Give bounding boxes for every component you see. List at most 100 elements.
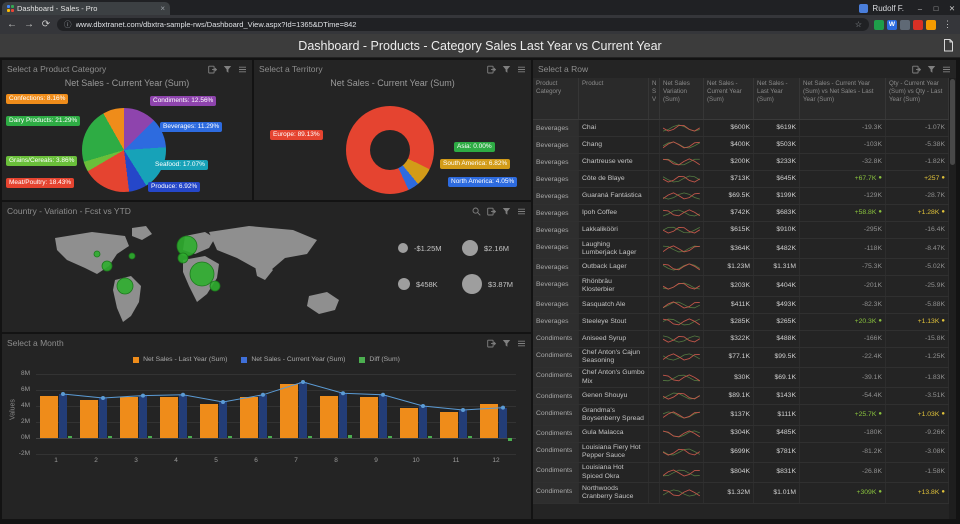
cell-blank [649, 405, 660, 425]
table-row[interactable]: Beverages Lakkalikööri $615K $910K -295K -16.… [533, 222, 949, 239]
legend-bubble-icon [462, 240, 478, 256]
table-row[interactable]: Condiments Northwoods Cranberry Sauce $1.3… [533, 483, 949, 504]
table-row[interactable]: Beverages Outback Lager $1.23M $1.31M -75.3K… [533, 259, 949, 277]
reload-icon[interactable]: ⟳ [40, 19, 52, 30]
close-button[interactable]: ✕ [944, 4, 960, 13]
cell-category: Condiments [533, 330, 579, 347]
profile-avatar[interactable] [859, 4, 869, 13]
table-row[interactable]: Beverages Ipoh Coffee $742K $683K +58.8K ● +1.… [533, 205, 949, 222]
menu-icon[interactable] [517, 207, 526, 216]
export-icon[interactable] [487, 339, 497, 348]
table-row[interactable]: Condiments Chef Anton's Gumbo Mix $30K $69.… [533, 367, 949, 389]
export-icon[interactable] [208, 65, 218, 74]
legend-label: $3.87M [488, 279, 514, 289]
map-bubble[interactable] [116, 277, 134, 295]
extension-slate-icon[interactable] [900, 19, 910, 30]
y-tick-label: 0M [20, 434, 30, 441]
extension-green-icon[interactable] [874, 19, 884, 30]
table-row[interactable]: Beverages Chang $400K $503K -103K -5.38K [533, 137, 949, 154]
column-header[interactable]: Product [579, 78, 649, 119]
column-header[interactable]: Net Sales - Last Year (Sum) [754, 78, 800, 119]
table-row[interactable]: Beverages Steeleye Stout $285K $265K +20.3K ●… [533, 313, 949, 331]
column-header[interactable]: Product Category [533, 78, 579, 119]
table-row[interactable]: Beverages Guaraná Fantástica $69.5K $199K -1… [533, 188, 949, 205]
zoom-icon[interactable] [472, 207, 481, 216]
cell-product: Laughing Lumberjack Lager [579, 239, 649, 259]
column-header[interactable]: Net Sales - Current Year (Sum) vs Net Sa… [800, 78, 886, 119]
table-row[interactable]: Condiments Chef Anton's Cajun Seasoning $7… [533, 347, 949, 368]
table-row[interactable]: Condiments Genen Shouyu $89.1K $143K -54.4K -… [533, 388, 949, 406]
cell-current-year: $285K [704, 313, 754, 330]
address-bar[interactable]: ⓘ www.dbxtranet.com/dbxtra-sample-rws/Da… [57, 18, 869, 31]
slice-label: Condiments: 12.56% [150, 96, 217, 107]
table-row[interactable]: Beverages Côte de Blaye $713K $645K +67.7K ● +… [533, 171, 949, 188]
table-row[interactable]: Condiments Grandma's Boysenberry Spread $1… [533, 405, 949, 426]
browser-menu-icon[interactable]: ⋮ [943, 19, 952, 30]
export-icon[interactable] [487, 207, 497, 216]
chart-legend: Net Sales - Last Year (Sum) Net Sales - C… [2, 356, 531, 363]
map-bubble[interactable] [101, 260, 113, 272]
cell-last-year: $404K [754, 276, 800, 296]
bookmark-star-icon[interactable]: ☆ [855, 20, 862, 29]
map-bubble[interactable] [93, 250, 101, 258]
table-row[interactable]: Beverages Chai $600K $619K -19.3K -1.07K [533, 120, 949, 137]
column-header[interactable]: Net Sales - Current Year (Sum) [704, 78, 754, 119]
table-row[interactable]: Beverages Sasquatch Ale $411K $493K -82.3K -5… [533, 296, 949, 314]
cell-sparkline [660, 222, 704, 238]
browser-tab[interactable]: Dashboard - Sales - Pro × [2, 2, 170, 15]
cell-current-year: $1.23M [704, 259, 754, 276]
table-row[interactable]: Beverages Laughing Lumberjack Lager $364K $… [533, 239, 949, 260]
filter-icon[interactable] [502, 65, 511, 74]
cell-product: Outback Lager [579, 259, 649, 276]
extension-orange-icon[interactable] [926, 19, 936, 30]
table-scrollbar[interactable] [949, 78, 956, 519]
table-row[interactable]: Beverages Chartreuse verte $200K $233K -32.8… [533, 154, 949, 171]
filter-icon[interactable] [223, 65, 232, 74]
menu-icon[interactable] [517, 339, 526, 348]
territory-donut[interactable] [346, 106, 434, 194]
map-bubble[interactable] [189, 261, 215, 287]
column-header[interactable]: Net Sales Variation (Sum) [660, 78, 704, 119]
world-map[interactable] [32, 224, 382, 328]
info-icon[interactable]: ⓘ [64, 19, 72, 30]
minimize-button[interactable]: – [912, 4, 928, 13]
cell-current-year: $77.1K [704, 347, 754, 367]
cell-vs-sales: +25.7K ● [800, 405, 886, 425]
maximize-button[interactable]: □ [928, 4, 944, 13]
menu-icon[interactable] [517, 65, 526, 74]
map-bubble[interactable] [209, 280, 221, 292]
cell-sparkline [660, 442, 704, 462]
map-bubble[interactable] [176, 235, 198, 257]
filter-icon[interactable] [927, 65, 936, 74]
cell-vs-qty: -5.38K [886, 137, 949, 153]
legend-item: Diff (Sum) [359, 356, 400, 363]
scrollbar-thumb[interactable] [950, 79, 955, 165]
table-row[interactable]: Condiments Louisiana Fiery Hot Pepper Sau… [533, 442, 949, 463]
export-icon[interactable] [487, 65, 497, 74]
category-pie[interactable] [82, 108, 166, 192]
filter-icon[interactable] [502, 339, 511, 348]
user-name[interactable]: Rudolf F. [872, 4, 904, 13]
map-bubble[interactable] [177, 252, 189, 264]
extension-blue-w-icon[interactable]: W [887, 19, 897, 30]
x-tick-label: 2 [94, 457, 98, 464]
cell-blank [649, 239, 660, 259]
table-row[interactable]: Beverages Rhönbräu Klosterbier $203K $404K -… [533, 276, 949, 297]
menu-icon[interactable] [238, 65, 247, 74]
menu-icon[interactable] [942, 65, 951, 74]
line-marker [181, 392, 185, 397]
tab-close-icon[interactable]: × [160, 4, 165, 13]
dashboard-export-icon[interactable] [943, 39, 954, 57]
column-header[interactable]: Qty - Current Year (Sum) vs Qty - Last Y… [886, 78, 949, 119]
table-row[interactable]: Condiments Gula Malacca $304K $485K -180K -9.… [533, 425, 949, 443]
export-icon[interactable] [912, 65, 922, 74]
table-row[interactable]: Condiments Louisiana Hot Spiced Okra $804K… [533, 462, 949, 484]
filter-icon[interactable] [502, 207, 511, 216]
back-icon[interactable]: ← [6, 19, 18, 30]
table-row[interactable]: Condiments Aniseed Syrup $322K $488K -166K -1… [533, 330, 949, 348]
map-bubble[interactable] [128, 252, 136, 260]
forward-icon[interactable]: → [23, 19, 35, 30]
column-header[interactable]: N S V [649, 78, 660, 119]
cell-product: Lakkalikööri [579, 222, 649, 238]
extension-red-icon[interactable] [913, 19, 923, 30]
